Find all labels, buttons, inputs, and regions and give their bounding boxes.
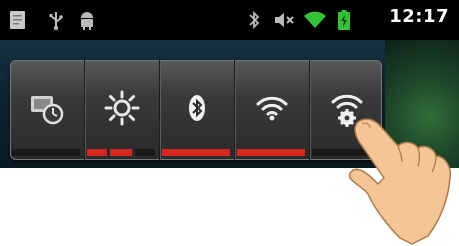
bluetooth-icon xyxy=(249,10,260,30)
screen-timeout-icon xyxy=(31,96,64,125)
wifi-toggle[interactable] xyxy=(235,60,310,160)
bluetooth-tile-icon xyxy=(189,95,205,121)
screen-timeout-indicator xyxy=(12,149,80,156)
usb-icon xyxy=(49,12,63,31)
wifi-tile-icon xyxy=(256,96,288,121)
battery-icon xyxy=(338,10,350,30)
android-debug-icon xyxy=(81,12,93,30)
brightness-level-1 xyxy=(87,149,107,156)
bluetooth-toggle[interactable] xyxy=(160,60,235,160)
brightness-toggle[interactable] xyxy=(85,60,160,160)
pointing-hand-illustration xyxy=(348,118,452,245)
screen-timeout-toggle[interactable] xyxy=(10,60,85,160)
wifi-icon xyxy=(304,11,326,28)
quick-settings-widget xyxy=(10,60,382,160)
brightness-level-2 xyxy=(110,149,132,156)
status-clock: 12:17 xyxy=(389,6,449,27)
bluetooth-indicator xyxy=(162,149,230,156)
brightness-icon xyxy=(104,90,140,126)
wifi-indicator xyxy=(237,149,305,156)
volume-muted-icon xyxy=(275,13,294,27)
notes-icon xyxy=(10,11,25,29)
status-bar: 12:17 xyxy=(0,0,459,40)
brightness-level-3 xyxy=(135,149,155,156)
